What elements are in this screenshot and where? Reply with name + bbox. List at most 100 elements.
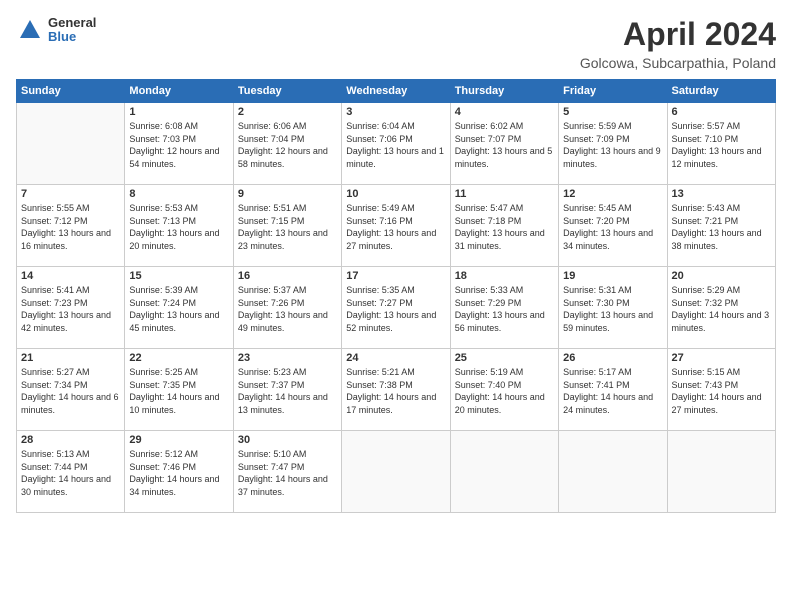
- day-info: Sunrise: 5:51 AM Sunset: 7:15 PM Dayligh…: [238, 202, 337, 252]
- day-number: 12: [563, 188, 662, 200]
- day-number: 15: [129, 270, 228, 282]
- day-info: Sunrise: 5:47 AM Sunset: 7:18 PM Dayligh…: [455, 202, 554, 252]
- month-title: April 2024: [580, 16, 776, 53]
- day-info: Sunrise: 5:49 AM Sunset: 7:16 PM Dayligh…: [346, 202, 445, 252]
- day-info: Sunrise: 5:21 AM Sunset: 7:38 PM Dayligh…: [346, 366, 445, 416]
- day-info: Sunrise: 6:06 AM Sunset: 7:04 PM Dayligh…: [238, 120, 337, 170]
- day-number: 27: [672, 352, 771, 364]
- calendar-cell: 10 Sunrise: 5:49 AM Sunset: 7:16 PM Dayl…: [342, 185, 450, 267]
- calendar-cell: 14 Sunrise: 5:41 AM Sunset: 7:23 PM Dayl…: [17, 267, 125, 349]
- day-info: Sunrise: 5:55 AM Sunset: 7:12 PM Dayligh…: [21, 202, 120, 252]
- day-number: 4: [455, 106, 554, 118]
- day-number: 22: [129, 352, 228, 364]
- day-info: Sunrise: 5:43 AM Sunset: 7:21 PM Dayligh…: [672, 202, 771, 252]
- weekday-header-row: SundayMondayTuesdayWednesdayThursdayFrid…: [17, 80, 776, 103]
- day-number: 2: [238, 106, 337, 118]
- day-number: 3: [346, 106, 445, 118]
- calendar-week-row: 7 Sunrise: 5:55 AM Sunset: 7:12 PM Dayli…: [17, 185, 776, 267]
- day-info: Sunrise: 5:29 AM Sunset: 7:32 PM Dayligh…: [672, 284, 771, 334]
- calendar-cell: 18 Sunrise: 5:33 AM Sunset: 7:29 PM Dayl…: [450, 267, 558, 349]
- calendar-cell: 12 Sunrise: 5:45 AM Sunset: 7:20 PM Dayl…: [559, 185, 667, 267]
- day-info: Sunrise: 5:41 AM Sunset: 7:23 PM Dayligh…: [21, 284, 120, 334]
- calendar-cell: 2 Sunrise: 6:06 AM Sunset: 7:04 PM Dayli…: [233, 103, 341, 185]
- calendar-cell: 13 Sunrise: 5:43 AM Sunset: 7:21 PM Dayl…: [667, 185, 775, 267]
- calendar-cell: 16 Sunrise: 5:37 AM Sunset: 7:26 PM Dayl…: [233, 267, 341, 349]
- calendar-table: SundayMondayTuesdayWednesdayThursdayFrid…: [16, 79, 776, 513]
- title-block: April 2024 Golcowa, Subcarpathia, Poland: [580, 16, 776, 71]
- calendar-cell: 11 Sunrise: 5:47 AM Sunset: 7:18 PM Dayl…: [450, 185, 558, 267]
- day-number: 25: [455, 352, 554, 364]
- calendar-cell: 4 Sunrise: 6:02 AM Sunset: 7:07 PM Dayli…: [450, 103, 558, 185]
- day-number: 9: [238, 188, 337, 200]
- weekday-header: Thursday: [450, 80, 558, 103]
- day-info: Sunrise: 5:10 AM Sunset: 7:47 PM Dayligh…: [238, 448, 337, 498]
- weekday-header: Saturday: [667, 80, 775, 103]
- day-info: Sunrise: 5:35 AM Sunset: 7:27 PM Dayligh…: [346, 284, 445, 334]
- logo-icon: [16, 16, 44, 44]
- weekday-header: Sunday: [17, 80, 125, 103]
- calendar-cell: 29 Sunrise: 5:12 AM Sunset: 7:46 PM Dayl…: [125, 431, 233, 513]
- day-info: Sunrise: 5:57 AM Sunset: 7:10 PM Dayligh…: [672, 120, 771, 170]
- day-number: 17: [346, 270, 445, 282]
- day-number: 8: [129, 188, 228, 200]
- day-number: 1: [129, 106, 228, 118]
- calendar-cell: 25 Sunrise: 5:19 AM Sunset: 7:40 PM Dayl…: [450, 349, 558, 431]
- weekday-header: Wednesday: [342, 80, 450, 103]
- day-info: Sunrise: 5:31 AM Sunset: 7:30 PM Dayligh…: [563, 284, 662, 334]
- day-info: Sunrise: 5:33 AM Sunset: 7:29 PM Dayligh…: [455, 284, 554, 334]
- day-number: 10: [346, 188, 445, 200]
- day-number: 20: [672, 270, 771, 282]
- logo-line1: General: [48, 16, 96, 30]
- calendar-cell: [667, 431, 775, 513]
- logo: General Blue: [16, 16, 96, 45]
- logo-line2: Blue: [48, 30, 96, 44]
- day-info: Sunrise: 6:08 AM Sunset: 7:03 PM Dayligh…: [129, 120, 228, 170]
- calendar-cell: [342, 431, 450, 513]
- day-info: Sunrise: 6:04 AM Sunset: 7:06 PM Dayligh…: [346, 120, 445, 170]
- calendar-cell: 27 Sunrise: 5:15 AM Sunset: 7:43 PM Dayl…: [667, 349, 775, 431]
- day-number: 24: [346, 352, 445, 364]
- day-info: Sunrise: 6:02 AM Sunset: 7:07 PM Dayligh…: [455, 120, 554, 170]
- calendar-cell: 24 Sunrise: 5:21 AM Sunset: 7:38 PM Dayl…: [342, 349, 450, 431]
- calendar-cell: 3 Sunrise: 6:04 AM Sunset: 7:06 PM Dayli…: [342, 103, 450, 185]
- calendar-cell: 15 Sunrise: 5:39 AM Sunset: 7:24 PM Dayl…: [125, 267, 233, 349]
- day-info: Sunrise: 5:27 AM Sunset: 7:34 PM Dayligh…: [21, 366, 120, 416]
- day-number: 7: [21, 188, 120, 200]
- calendar-cell: 22 Sunrise: 5:25 AM Sunset: 7:35 PM Dayl…: [125, 349, 233, 431]
- calendar-cell: 20 Sunrise: 5:29 AM Sunset: 7:32 PM Dayl…: [667, 267, 775, 349]
- day-info: Sunrise: 5:19 AM Sunset: 7:40 PM Dayligh…: [455, 366, 554, 416]
- day-number: 23: [238, 352, 337, 364]
- day-info: Sunrise: 5:12 AM Sunset: 7:46 PM Dayligh…: [129, 448, 228, 498]
- calendar-week-row: 21 Sunrise: 5:27 AM Sunset: 7:34 PM Dayl…: [17, 349, 776, 431]
- weekday-header: Monday: [125, 80, 233, 103]
- day-info: Sunrise: 5:25 AM Sunset: 7:35 PM Dayligh…: [129, 366, 228, 416]
- day-number: 16: [238, 270, 337, 282]
- day-info: Sunrise: 5:23 AM Sunset: 7:37 PM Dayligh…: [238, 366, 337, 416]
- weekday-header: Tuesday: [233, 80, 341, 103]
- calendar-week-row: 1 Sunrise: 6:08 AM Sunset: 7:03 PM Dayli…: [17, 103, 776, 185]
- day-info: Sunrise: 5:17 AM Sunset: 7:41 PM Dayligh…: [563, 366, 662, 416]
- day-number: 28: [21, 434, 120, 446]
- calendar-cell: 5 Sunrise: 5:59 AM Sunset: 7:09 PM Dayli…: [559, 103, 667, 185]
- day-number: 5: [563, 106, 662, 118]
- day-info: Sunrise: 5:37 AM Sunset: 7:26 PM Dayligh…: [238, 284, 337, 334]
- calendar-cell: 21 Sunrise: 5:27 AM Sunset: 7:34 PM Dayl…: [17, 349, 125, 431]
- calendar-cell: [17, 103, 125, 185]
- calendar-cell: 6 Sunrise: 5:57 AM Sunset: 7:10 PM Dayli…: [667, 103, 775, 185]
- calendar-cell: 19 Sunrise: 5:31 AM Sunset: 7:30 PM Dayl…: [559, 267, 667, 349]
- calendar-cell: 30 Sunrise: 5:10 AM Sunset: 7:47 PM Dayl…: [233, 431, 341, 513]
- calendar-cell: 1 Sunrise: 6:08 AM Sunset: 7:03 PM Dayli…: [125, 103, 233, 185]
- day-number: 13: [672, 188, 771, 200]
- calendar-cell: 7 Sunrise: 5:55 AM Sunset: 7:12 PM Dayli…: [17, 185, 125, 267]
- calendar-cell: 8 Sunrise: 5:53 AM Sunset: 7:13 PM Dayli…: [125, 185, 233, 267]
- day-info: Sunrise: 5:39 AM Sunset: 7:24 PM Dayligh…: [129, 284, 228, 334]
- day-info: Sunrise: 5:45 AM Sunset: 7:20 PM Dayligh…: [563, 202, 662, 252]
- day-number: 19: [563, 270, 662, 282]
- calendar-cell: 9 Sunrise: 5:51 AM Sunset: 7:15 PM Dayli…: [233, 185, 341, 267]
- day-info: Sunrise: 5:59 AM Sunset: 7:09 PM Dayligh…: [563, 120, 662, 170]
- day-number: 14: [21, 270, 120, 282]
- day-number: 26: [563, 352, 662, 364]
- calendar-cell: [450, 431, 558, 513]
- calendar-cell: 28 Sunrise: 5:13 AM Sunset: 7:44 PM Dayl…: [17, 431, 125, 513]
- calendar-cell: 17 Sunrise: 5:35 AM Sunset: 7:27 PM Dayl…: [342, 267, 450, 349]
